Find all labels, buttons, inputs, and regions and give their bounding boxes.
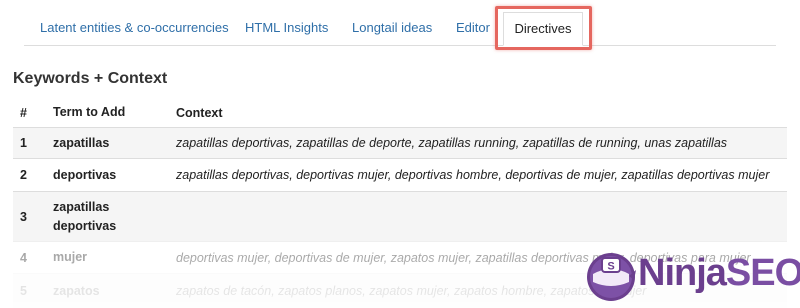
table-row: 1 zapatillas zapatillas deportivas, zapa… — [13, 127, 787, 158]
row-num: 2 — [20, 168, 27, 182]
header-context: Context — [176, 105, 223, 120]
ninjaseo-logo: S NinjaSEO — [585, 244, 800, 308]
row-term: zapatillas deportivas — [53, 199, 117, 233]
row-term: zapatos — [53, 283, 100, 298]
row-num: 3 — [20, 209, 27, 224]
row-term: mujer — [53, 250, 88, 264]
tab-editor[interactable]: Editor — [456, 10, 490, 46]
tab-html-insights[interactable]: HTML Insights — [245, 10, 328, 46]
logo-wordmark: NinjaSEO — [638, 253, 800, 293]
badge-letter: S — [607, 261, 614, 273]
row-num: 5 — [20, 284, 27, 298]
table-row: 2 deportivas zapatillas deportivas, depo… — [13, 158, 787, 191]
section-title: Keywords + Context — [13, 70, 168, 87]
table-row: 3 zapatillas deportivas — [13, 191, 787, 241]
tab-bar: Latent entities & co-occurrencies HTML I… — [0, 0, 800, 50]
row-context — [176, 192, 786, 241]
row-term: zapatillas — [53, 135, 110, 150]
row-num: 1 — [20, 136, 27, 150]
row-term: deportivas — [53, 167, 117, 182]
header-num: # — [20, 105, 27, 120]
ninja-mascot-icon: S — [587, 253, 636, 301]
table-header-row: # Term to Add Context — [13, 98, 787, 127]
row-num: 4 — [20, 250, 27, 265]
row-context: zapatillas deportivas, zapatillas de dep… — [176, 136, 728, 150]
tab-longtail-ideas[interactable]: Longtail ideas — [352, 10, 432, 46]
header-term: Term to Add — [53, 105, 126, 119]
row-context: zapatillas deportivas, deportivas mujer,… — [176, 168, 770, 182]
logo-text-ninja: Ninja — [638, 252, 727, 294]
logo-text-seo: SEO — [725, 252, 800, 294]
tab-directives[interactable]: Directives — [503, 12, 583, 46]
tab-latent-entities[interactable]: Latent entities & co-occurrencies — [40, 10, 229, 46]
